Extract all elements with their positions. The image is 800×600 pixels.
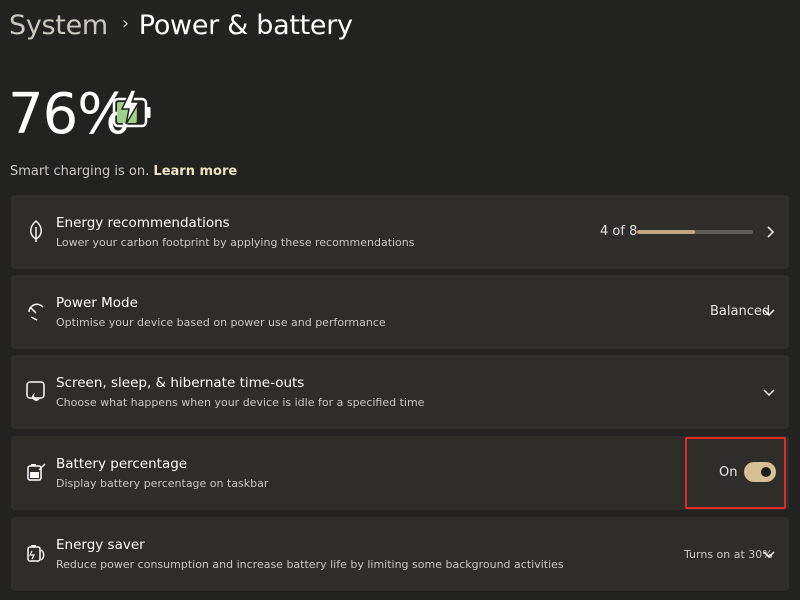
leaf-icon bbox=[30, 220, 42, 242]
battery-percentage-icon bbox=[27, 463, 46, 481]
chevron-down-icon[interactable] bbox=[762, 387, 776, 397]
smart-charging-label: Smart charging is on. bbox=[10, 164, 150, 179]
screen-sleep-title: Screen, sleep, & hibernate time-outs bbox=[56, 375, 305, 391]
battery-percentage-title: Battery percentage bbox=[56, 456, 188, 472]
energy-recommendations-count: 4 of 8 bbox=[600, 224, 638, 239]
energy-recommendations-card[interactable]: Energy recommendations Lower your carbon… bbox=[11, 195, 789, 269]
chevron-down-icon[interactable] bbox=[762, 549, 776, 559]
energy-recommendations-progress bbox=[637, 230, 753, 234]
energy-saver-icon bbox=[27, 545, 45, 562]
breadcrumb-system[interactable]: System bbox=[9, 10, 108, 41]
energy-saver-card[interactable]: Energy saver Reduce power consumption an… bbox=[11, 517, 789, 591]
power-battery-page: System › Power & battery 76% Smart charg… bbox=[0, 0, 800, 600]
chevron-right-icon[interactable] bbox=[765, 225, 775, 239]
energy-saver-description: Reduce power consumption and increase ba… bbox=[56, 558, 564, 571]
screen-sleep-icon bbox=[26, 381, 45, 401]
breadcrumb: System › Power & battery bbox=[9, 10, 353, 41]
power-mode-title: Power Mode bbox=[56, 295, 138, 311]
power-mode-description: Optimise your device based on power use … bbox=[56, 316, 386, 329]
learn-more-link[interactable]: Learn more bbox=[153, 164, 237, 179]
breadcrumb-separator: › bbox=[121, 13, 129, 34]
energy-saver-title: Energy saver bbox=[56, 537, 145, 553]
energy-recommendations-title: Energy recommendations bbox=[56, 215, 230, 231]
highlight-box bbox=[685, 437, 786, 509]
speedometer-icon bbox=[28, 303, 44, 321]
screen-sleep-description: Choose what happens when your device is … bbox=[56, 396, 425, 409]
page-title: Power & battery bbox=[138, 10, 353, 41]
screen-sleep-card[interactable]: Screen, sleep, & hibernate time-outs Cho… bbox=[11, 355, 789, 429]
chevron-down-icon[interactable] bbox=[762, 307, 776, 317]
battery-percentage-card: Battery percentage Display battery perce… bbox=[11, 436, 789, 510]
battery-percentage-description: Display battery percentage on taskbar bbox=[56, 477, 269, 490]
energy-recommendations-description: Lower your carbon footprint by applying … bbox=[56, 236, 415, 249]
battery-charging-icon bbox=[112, 90, 151, 128]
energy-saver-threshold[interactable]: Turns on at 30% bbox=[684, 548, 773, 561]
smart-charging-text: Smart charging is on. Learn more bbox=[10, 164, 237, 179]
energy-recommendations-progress-fill bbox=[637, 230, 695, 234]
power-mode-card[interactable]: Power Mode Optimise your device based on… bbox=[11, 275, 789, 349]
